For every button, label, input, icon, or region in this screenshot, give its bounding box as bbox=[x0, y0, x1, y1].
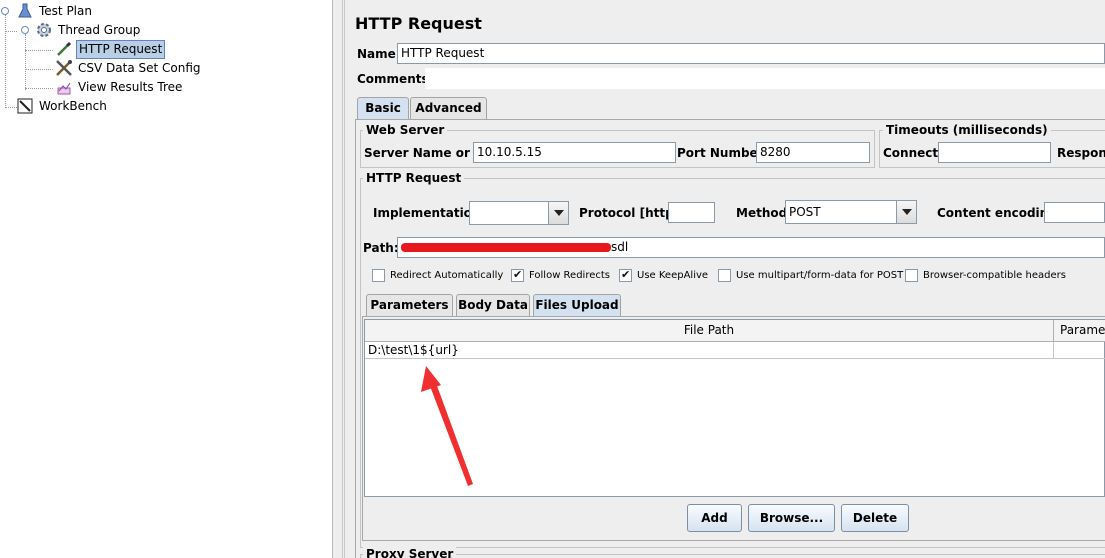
content-encoding-label: Content encoding: bbox=[937, 206, 1062, 220]
timeouts-legend: Timeouts (milliseconds) bbox=[883, 123, 1051, 137]
port-label: Port Number: bbox=[677, 146, 769, 160]
path-value-suffix: sdl bbox=[611, 240, 629, 254]
gear-icon bbox=[35, 21, 53, 39]
checkbox-box[interactable] bbox=[718, 269, 731, 282]
column-header-file-path[interactable]: File Path bbox=[365, 320, 1054, 342]
path-label: Path: bbox=[363, 241, 399, 255]
tree-item-label: HTTP Request bbox=[76, 39, 166, 59]
tree-item-csv-config[interactable]: CSV Data Set Config bbox=[55, 59, 203, 77]
browser-compatible-headers-checkbox[interactable]: Browser-compatible headers bbox=[905, 269, 1066, 282]
tree-item-thread-group[interactable]: Thread Group bbox=[35, 21, 142, 39]
table-cell-file-path[interactable]: D:\test\1${url} bbox=[365, 342, 1054, 359]
workbench-icon bbox=[16, 97, 34, 115]
method-label: Method: bbox=[736, 206, 792, 220]
tree-item-results-tree[interactable]: View Results Tree bbox=[55, 78, 184, 96]
checkbox-box[interactable] bbox=[905, 269, 918, 282]
http-request-legend: HTTP Request bbox=[363, 171, 465, 185]
checkbox-label: Redirect Automatically bbox=[390, 270, 504, 281]
expand-toggle-icon[interactable] bbox=[1, 7, 9, 15]
table-cell-parameter[interactable] bbox=[1054, 342, 1105, 359]
connect-label: Connect: bbox=[883, 146, 943, 160]
tab-basic[interactable]: Basic bbox=[357, 97, 409, 119]
use-keepalive-checkbox[interactable]: Use KeepAlive bbox=[619, 268, 709, 282]
tools-icon bbox=[55, 59, 73, 77]
tree-item-label: View Results Tree bbox=[78, 79, 183, 94]
implementation-select[interactable] bbox=[469, 201, 569, 225]
server-name-field[interactable]: 10.10.5.15 bbox=[473, 142, 676, 163]
proxy-server-group bbox=[360, 554, 1105, 558]
response-label: Respons bbox=[1057, 146, 1105, 160]
tree-item-label: Test Plan bbox=[39, 3, 92, 18]
tree-item-test-plan[interactable]: Test Plan bbox=[16, 2, 94, 20]
tree-connector bbox=[5, 14, 6, 108]
name-label: Name: bbox=[357, 47, 401, 61]
chevron-down-icon[interactable] bbox=[896, 201, 916, 223]
checkbox-box[interactable] bbox=[372, 269, 385, 282]
checkbox-box[interactable] bbox=[511, 268, 524, 282]
tree-connector bbox=[25, 69, 53, 70]
path-field[interactable]: sdl bbox=[397, 237, 1105, 258]
proxy-server-legend: Proxy Server bbox=[363, 547, 457, 558]
comments-label: Comments: bbox=[357, 72, 434, 86]
split-pane-divider[interactable] bbox=[333, 0, 343, 558]
method-value: POST bbox=[789, 205, 821, 219]
name-field[interactable]: HTTP Request bbox=[397, 43, 1105, 64]
tree-item-label: WorkBench bbox=[39, 98, 107, 113]
test-plan-tree: Test Plan Thread Group HTTP Request CSV … bbox=[0, 0, 333, 558]
add-button[interactable]: Add bbox=[687, 504, 742, 532]
chart-listener-icon bbox=[55, 78, 73, 96]
checkbox-label: Follow Redirects bbox=[529, 270, 610, 281]
tree-connector bbox=[25, 50, 53, 51]
web-server-legend: Web Server bbox=[363, 123, 448, 137]
tree-item-http-request[interactable]: HTTP Request bbox=[55, 39, 166, 59]
method-select[interactable]: POST bbox=[785, 200, 917, 224]
multipart-checkbox[interactable]: Use multipart/form-data for POST bbox=[718, 269, 903, 282]
protocol-field[interactable] bbox=[668, 202, 715, 223]
tab-files-upload[interactable]: Files Upload bbox=[533, 294, 621, 316]
tree-item-label: CSV Data Set Config bbox=[78, 60, 201, 75]
comments-field[interactable] bbox=[425, 68, 1105, 89]
tab-advanced[interactable]: Advanced bbox=[410, 97, 487, 119]
files-table: File Path Parame D:\test\1${url} bbox=[364, 319, 1105, 497]
checkbox-label: Browser-compatible headers bbox=[923, 270, 1066, 281]
tree-connector bbox=[25, 34, 26, 90]
flask-icon bbox=[16, 2, 34, 20]
follow-redirects-checkbox[interactable]: Follow Redirects bbox=[511, 268, 610, 282]
tree-item-label: Thread Group bbox=[58, 22, 141, 37]
redirect-automatically-checkbox[interactable]: Redirect Automatically bbox=[372, 269, 503, 282]
chevron-down-icon[interactable] bbox=[548, 202, 568, 224]
content-encoding-field[interactable] bbox=[1044, 202, 1105, 223]
checkbox-label: Use KeepAlive bbox=[637, 270, 709, 281]
delete-button[interactable]: Delete bbox=[841, 504, 909, 532]
tab-body-data[interactable]: Body Data bbox=[456, 294, 530, 316]
tree-connector bbox=[25, 88, 53, 89]
pipette-icon bbox=[55, 40, 73, 58]
checkbox-box[interactable] bbox=[619, 268, 632, 282]
path-redaction bbox=[401, 243, 611, 252]
page-title: HTTP Request bbox=[355, 14, 482, 33]
tree-connector bbox=[5, 31, 17, 32]
checkbox-label: Use multipart/form-data for POST bbox=[736, 270, 904, 281]
column-header-parameter[interactable]: Parame bbox=[1054, 320, 1105, 342]
port-field[interactable]: 8280 bbox=[756, 142, 870, 163]
connect-timeout-field[interactable] bbox=[938, 142, 1051, 163]
tree-item-workbench[interactable]: WorkBench bbox=[16, 97, 109, 115]
tab-parameters[interactable]: Parameters bbox=[366, 294, 453, 316]
browse-button[interactable]: Browse... bbox=[748, 504, 835, 532]
expand-toggle-icon[interactable] bbox=[21, 26, 29, 34]
